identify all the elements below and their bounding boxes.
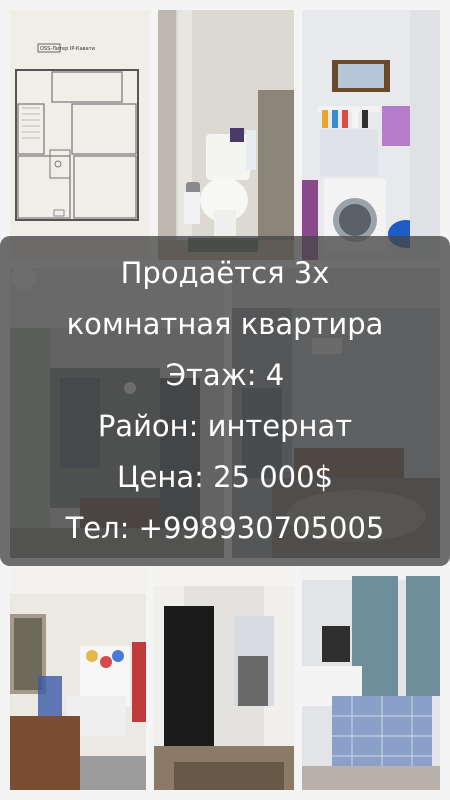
laundry-photo bbox=[302, 10, 440, 260]
doorway-curtains-photo bbox=[154, 566, 294, 790]
price-info: Цена: 25 000$ bbox=[117, 460, 333, 494]
floor-info: Этаж: 4 bbox=[165, 358, 285, 392]
plan-caption: OSS-Литер IP-Кавати bbox=[40, 46, 95, 52]
bedroom-bed-photo bbox=[302, 566, 440, 790]
listing-overlay: Продаётся 3х комнатная квартира Этаж: 4 … bbox=[0, 236, 450, 566]
title-line-2: комнатная квартира bbox=[66, 307, 384, 341]
kids-room-photo bbox=[10, 566, 146, 790]
floor-plan-drawing: OSS-Литер IP-Кавати bbox=[10, 10, 150, 260]
title-line-1: Продаётся 3х bbox=[120, 256, 330, 290]
district-info: Район: интернат bbox=[97, 409, 353, 443]
floor-plan-photo: OSS-Литер IP-Кавати bbox=[10, 10, 150, 260]
toilet-photo bbox=[158, 10, 294, 260]
phone-info[interactable]: Тел: +998930705005 bbox=[66, 503, 385, 554]
